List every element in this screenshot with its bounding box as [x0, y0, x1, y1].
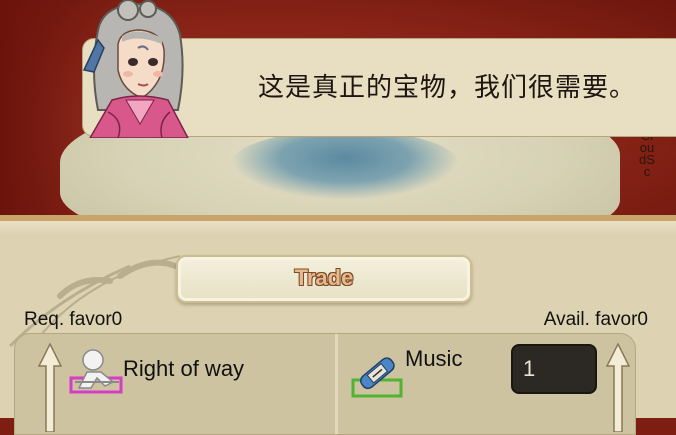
- trade-title: Trade: [294, 265, 354, 290]
- map-forest: [230, 130, 460, 200]
- music-scroll-icon: [351, 357, 403, 398]
- music-label: Music: [405, 346, 463, 371]
- left-scroll-up-icon[interactable]: [37, 342, 63, 432]
- right-scroll-up-icon[interactable]: [605, 342, 631, 432]
- avail-favor-value: 0: [637, 309, 648, 330]
- avail-favor: Avail. favor0: [544, 309, 648, 331]
- trade-item-list: Right of way Music 1: [14, 333, 636, 435]
- dialog-text: 这是真正的宝物，我们很需要。: [258, 72, 637, 102]
- map-side-label: CloudSc: [639, 129, 655, 179]
- right-of-way-label: Right of way: [123, 356, 245, 381]
- trade-item-right-of-way[interactable]: Right of way: [69, 346, 329, 406]
- trade-title-plate: Trade: [176, 255, 472, 303]
- right-of-way-icon: [69, 349, 123, 394]
- avail-favor-label: Avail. favor: [543, 309, 638, 330]
- req-favor-label: Req. favor: [24, 309, 112, 330]
- req-favor-value: 0: [111, 309, 123, 330]
- req-favor: Req. favor0: [24, 309, 122, 331]
- music-quantity-input[interactable]: 1: [511, 344, 597, 394]
- trade-item-music[interactable]: Music: [351, 342, 501, 402]
- column-divider: [335, 334, 338, 434]
- trade-panel: Trade Req. favor0 Avail. favor0 Right of…: [0, 215, 676, 435]
- character-portrait: [82, 0, 189, 138]
